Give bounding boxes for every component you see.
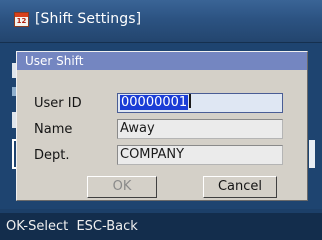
title-bar: 12 [Shift Settings] (0, 0, 322, 43)
cancel-button[interactable]: Cancel (203, 176, 277, 198)
calendar-icon-number: 12 (16, 17, 27, 25)
user-id-label: User ID (34, 96, 82, 111)
background-scroll-edge (309, 140, 315, 168)
name-label: Name (34, 122, 73, 137)
dept-field[interactable]: COMPANY (117, 145, 283, 165)
user-id-value: 00000001 (120, 95, 189, 110)
calendar-icon: 12 (14, 12, 29, 27)
dialog-title-bar: User Shift (17, 52, 307, 70)
dept-label: Dept. (34, 148, 70, 163)
name-field[interactable]: Away (117, 119, 283, 139)
text-caret (189, 94, 192, 108)
ok-button[interactable]: OK (87, 176, 157, 198)
footer-hint: OK-Select ESC-Back (6, 219, 138, 234)
footer-bar: OK-Select ESC-Back (0, 213, 322, 240)
dialog-title: User Shift (25, 54, 84, 68)
user-id-field[interactable]: 00000001 (117, 93, 283, 113)
user-shift-dialog: User Shift User ID 00000001 Name Away De… (16, 51, 308, 201)
page-title: [Shift Settings] (35, 11, 142, 27)
